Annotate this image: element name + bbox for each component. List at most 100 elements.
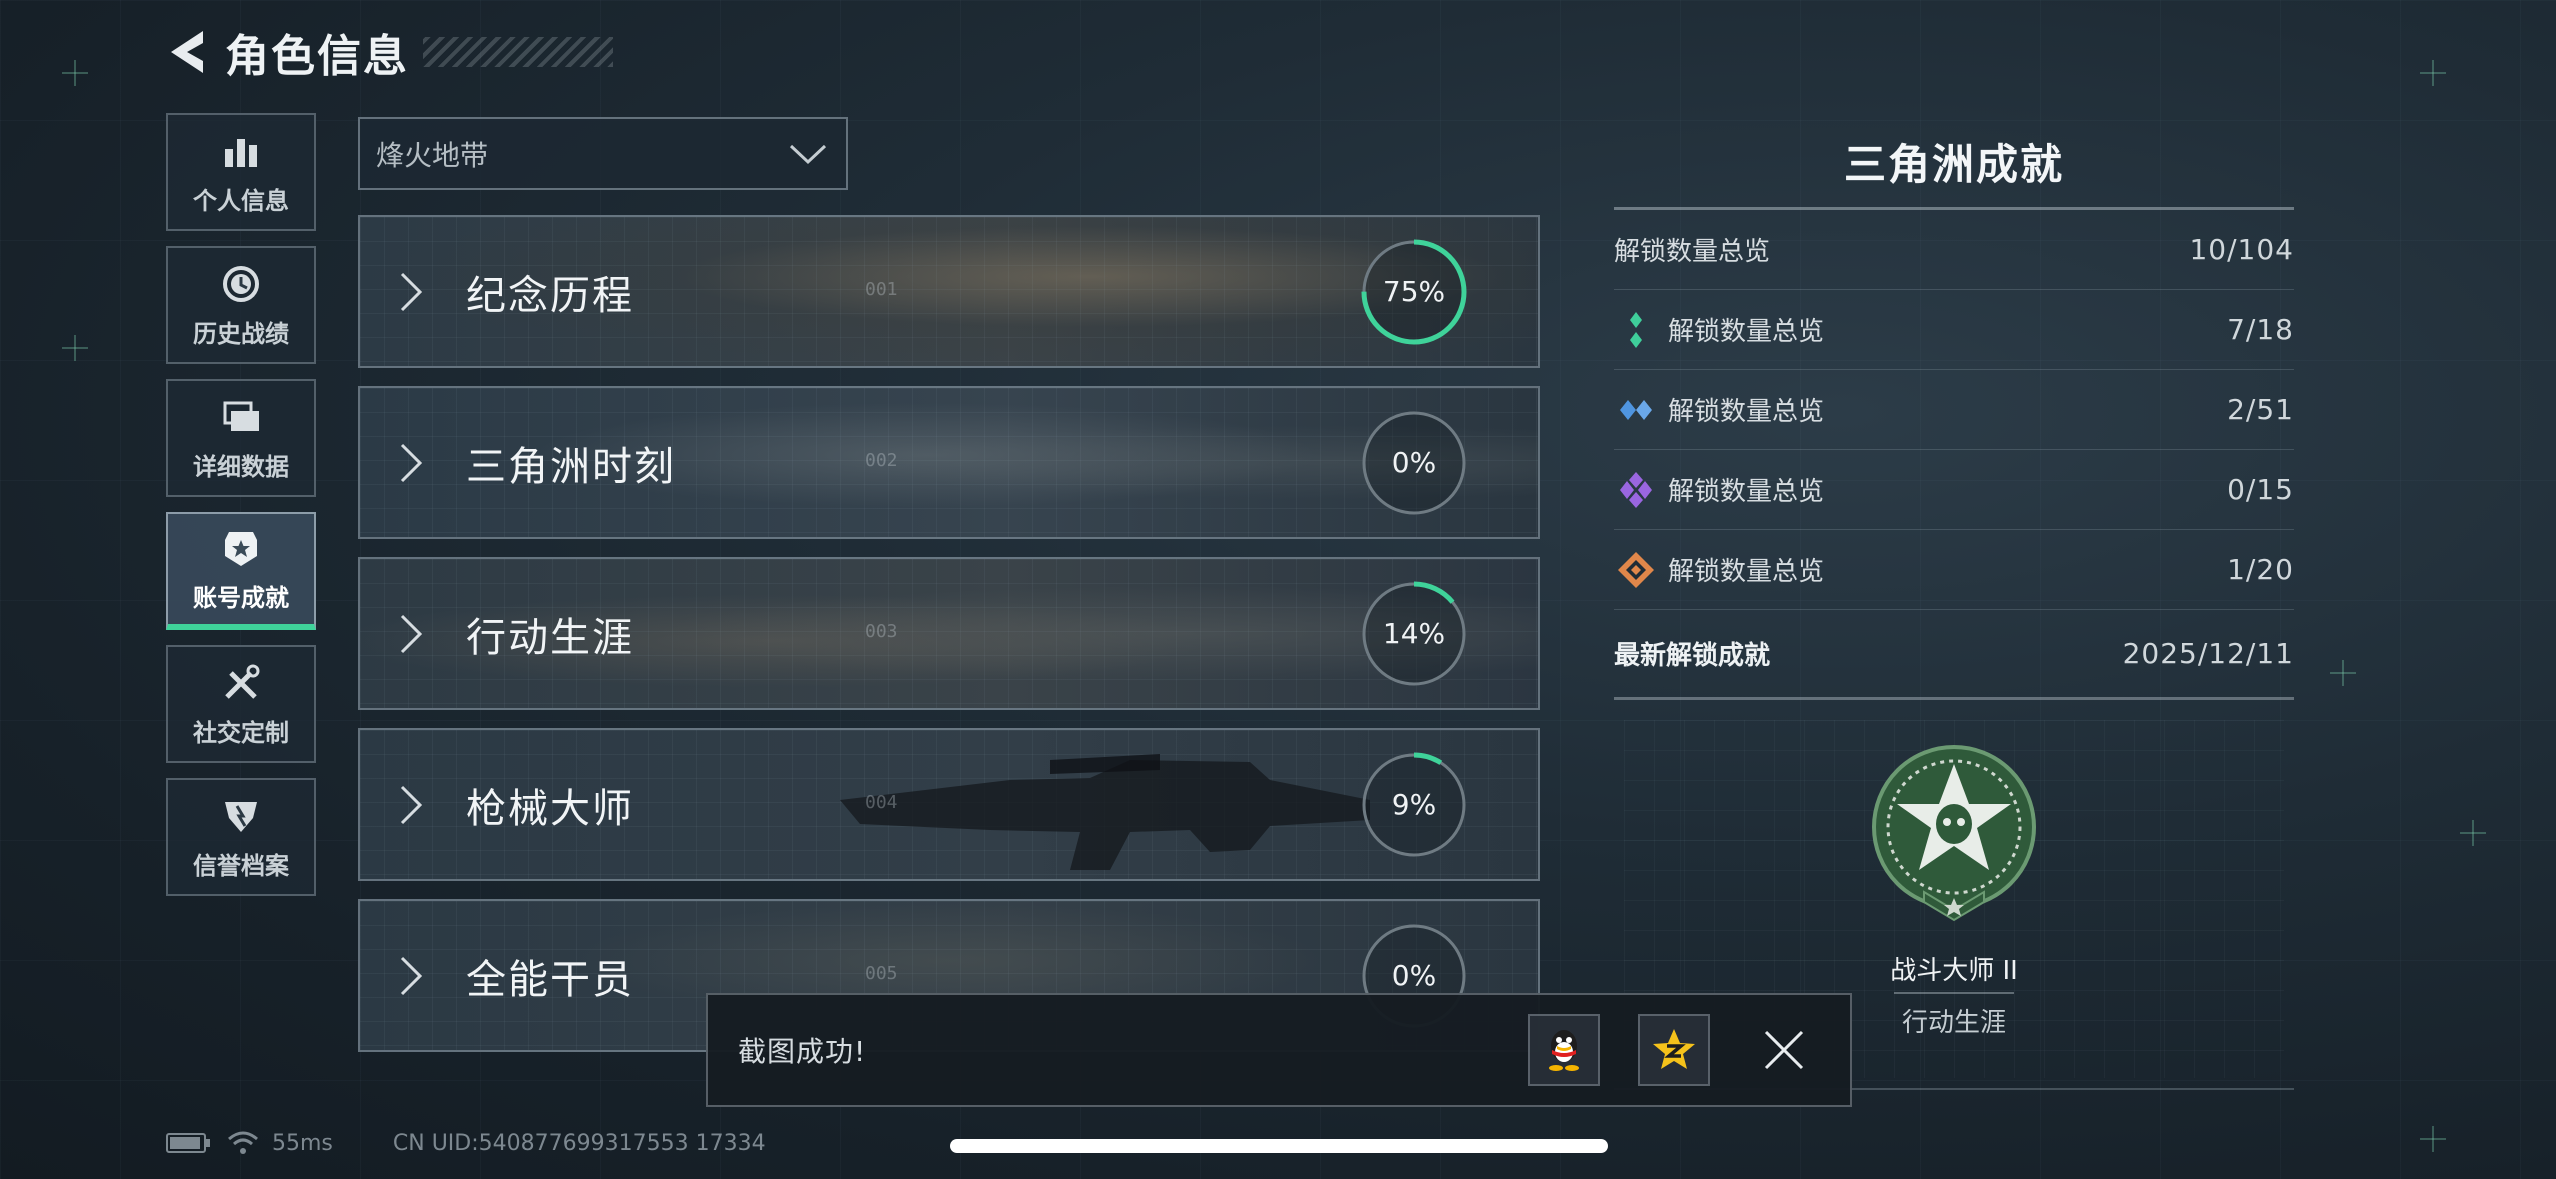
stat-row-tier: 解锁数量总览 7/18 <box>1614 290 2294 370</box>
progress-percent: 14% <box>1382 617 1446 650</box>
category-list: 001 纪念历程 75% 002 三角洲时刻 0% 003 行动生涯 14% 0… <box>358 215 1540 1070</box>
stat-row-tier: 解锁数量总览 1/20 <box>1614 530 2294 610</box>
purple-diamond-icon <box>1614 468 1658 512</box>
stat-value: 0/15 <box>2227 473 2294 506</box>
latest-achievement-header: 最新解锁成就 2025/12/11 <box>1614 610 2294 700</box>
stat-value: 1/20 <box>2227 553 2294 586</box>
screenshot-toast: 截图成功! <box>706 993 1852 1107</box>
chevron-down-icon <box>789 144 827 164</box>
stat-row-total: 解锁数量总览 10/104 <box>1614 210 2294 290</box>
qzone-star-icon <box>1653 1029 1695 1069</box>
card-index: 005 <box>865 963 898 984</box>
category-title: 全能干员 <box>466 956 634 1003</box>
progress-percent: 0% <box>1391 446 1437 479</box>
stat-label: 解锁数量总览 <box>1668 317 1825 347</box>
crosshair-decoration <box>2420 1126 2446 1152</box>
category-title: 三角洲时刻 <box>466 443 676 490</box>
credit-shield-icon <box>219 794 263 838</box>
category-card-weapon-master[interactable]: 004 枪械大师 9% <box>358 728 1540 881</box>
panel-title: 三角洲成就 <box>1614 130 2294 210</box>
sidebar-item-label: 社交定制 <box>193 718 289 747</box>
sidebar-item-label: 个人信息 <box>193 186 289 215</box>
category-card-operation-career[interactable]: 003 行动生涯 14% <box>358 557 1540 710</box>
category-card-delta-moments[interactable]: 002 三角洲时刻 0% <box>358 386 1540 539</box>
card-index: 004 <box>865 792 898 813</box>
sidebar-item-label: 详细数据 <box>193 452 289 481</box>
history-clock-icon <box>219 262 263 306</box>
card-index: 003 <box>865 621 898 642</box>
chevron-right-icon <box>400 443 423 482</box>
close-toast-button[interactable] <box>1748 1014 1820 1086</box>
chevron-right-icon <box>400 614 423 653</box>
crosshair-decoration <box>2460 820 2486 846</box>
sidebar-item-history[interactable]: 历史战绩 <box>166 246 316 364</box>
latest-achievement-label: 最新解锁成就 <box>1614 641 1771 671</box>
user-uid: CN UID:540877699317553 17334 <box>392 1130 766 1156</box>
sidebar-item-label: 历史战绩 <box>193 319 289 348</box>
back-arrow-icon <box>171 31 203 73</box>
achievement-divider <box>1894 992 2014 994</box>
mode-select-value: 烽火地带 <box>376 138 489 172</box>
sidebar-item-achievements[interactable]: 账号成就 <box>166 512 316 630</box>
bar-chart-icon <box>219 129 263 173</box>
card-index: 002 <box>865 450 898 471</box>
stat-label: 解锁数量总览 <box>1668 557 1825 587</box>
stat-value: 7/18 <box>2227 313 2294 346</box>
wifi-icon <box>228 1131 258 1154</box>
crosshair-decoration <box>62 60 88 86</box>
rifle-illustration <box>840 754 1370 870</box>
network-ping: 55ms <box>272 1130 333 1156</box>
stat-value: 10/104 <box>2189 233 2294 266</box>
latest-achievement-date: 2025/12/11 <box>2122 637 2294 670</box>
achievement-badge-icon <box>219 526 263 570</box>
progress-ring: 0% <box>1360 409 1468 517</box>
progress-ring: 75% <box>1360 238 1468 346</box>
page-title: 角色信息 <box>225 31 409 82</box>
back-button[interactable] <box>165 22 215 82</box>
achievement-name: 战斗大师 II <box>1890 956 2018 986</box>
close-icon <box>1764 1030 1804 1070</box>
status-footer: 55ms CN UID:540877699317553 17334 <box>166 1126 766 1160</box>
chevron-right-icon <box>400 272 423 311</box>
category-card-memorial[interactable]: 001 纪念历程 75% <box>358 215 1540 368</box>
category-title: 枪械大师 <box>466 785 634 832</box>
sidebar-item-credit[interactable]: 信誉档案 <box>166 778 316 896</box>
green-diamond-icon <box>1614 308 1658 352</box>
progress-percent: 9% <box>1391 788 1437 821</box>
progress-ring: 14% <box>1360 580 1468 688</box>
category-title: 纪念历程 <box>466 272 634 319</box>
chevron-right-icon <box>400 956 423 995</box>
share-qzone-button[interactable] <box>1638 1014 1710 1086</box>
toast-message: 截图成功! <box>738 1035 867 1068</box>
stat-label: 解锁数量总览 <box>1614 237 1771 267</box>
qq-penguin-icon <box>1549 1030 1579 1071</box>
category-title: 行动生涯 <box>466 614 634 661</box>
card-index: 001 <box>865 279 898 300</box>
sidebar-item-label: 信誉档案 <box>193 851 289 880</box>
mode-select[interactable]: 烽火地带 <box>358 117 848 190</box>
stat-label: 解锁数量总览 <box>1668 397 1825 427</box>
chevron-right-icon <box>400 785 423 824</box>
battery-icon <box>166 1133 210 1153</box>
stat-row-tier: 解锁数量总览 2/51 <box>1614 370 2294 450</box>
blue-diamond-icon <box>1614 388 1658 432</box>
sidebar-item-personal-info[interactable]: 个人信息 <box>166 113 316 231</box>
crosshair-decoration <box>2420 60 2446 86</box>
folders-icon <box>219 395 263 439</box>
orange-diamond-icon <box>1614 548 1658 592</box>
sidebar: 个人信息 历史战绩 详细数据 账号成就 社交定制 信誉档案 <box>166 113 316 911</box>
page-header: 角色信息 <box>165 22 613 82</box>
achievement-badge-icon <box>1872 745 2036 922</box>
title-decoration <box>423 37 613 67</box>
share-qq-button[interactable] <box>1528 1014 1600 1086</box>
crosshair-decoration <box>2330 660 2356 686</box>
sidebar-item-social[interactable]: 社交定制 <box>166 645 316 763</box>
progress-ring: 9% <box>1360 751 1468 859</box>
home-indicator[interactable] <box>950 1139 1608 1153</box>
sidebar-item-label: 账号成就 <box>193 583 289 612</box>
stat-value: 2/51 <box>2227 393 2294 426</box>
achievement-summary-panel: 三角洲成就 解锁数量总览 10/104 解锁数量总览 7/18 解锁数量总览 2… <box>1614 130 2294 1090</box>
sidebar-item-detailed-data[interactable]: 详细数据 <box>166 379 316 497</box>
crosshair-decoration <box>62 335 88 361</box>
tools-icon <box>219 661 263 705</box>
